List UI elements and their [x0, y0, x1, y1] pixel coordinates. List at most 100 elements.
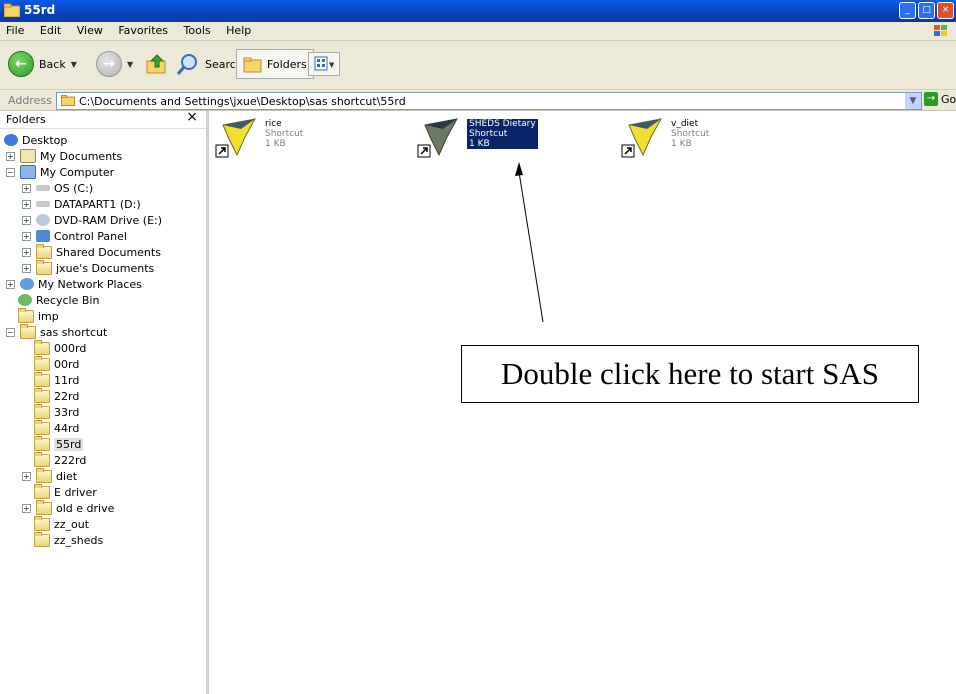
menu-bar: File Edit View Favorites Tools Help — [0, 22, 956, 41]
tree-item-22rd[interactable]: 22rd — [34, 387, 79, 404]
tree-item-label: My Network Places — [38, 277, 142, 291]
tree-item-000rd[interactable]: 000rd — [34, 339, 86, 356]
tree-item-os-c[interactable]: + OS (C:) — [22, 180, 93, 196]
tree-item-label: diet — [56, 469, 78, 483]
menu-view[interactable]: View — [71, 22, 109, 37]
desktop-icon — [4, 134, 18, 146]
open-folder-icon — [34, 435, 50, 451]
tree-item-my-documents[interactable]: + My Documents — [6, 148, 122, 164]
folder-icon — [34, 531, 50, 547]
folders-pane: Folders × Desktop + My Documents − My Co… — [0, 109, 209, 694]
folder-icon — [36, 499, 52, 515]
expand-icon[interactable]: + — [22, 247, 31, 257]
tree-item-datapart1[interactable]: + DATAPART1 (D:) — [22, 196, 141, 212]
folder-icon — [34, 371, 50, 387]
tree-item-my-network-places[interactable]: + My Network Places — [6, 276, 142, 292]
tree-item-label: E driver — [54, 485, 97, 499]
tree-item-e-driver[interactable]: E driver — [34, 483, 97, 500]
tree-item-dvd-ram[interactable]: + DVD-RAM Drive (E:) — [22, 212, 162, 228]
annotation-text: Double click here to start SAS — [501, 356, 879, 391]
folders-pane-title: Folders — [6, 113, 46, 126]
expand-icon[interactable]: + — [6, 279, 15, 289]
tree-item-label-selected: 55rd — [54, 437, 84, 451]
up-folder-icon — [146, 54, 166, 74]
minimize-button[interactable]: _ — [899, 2, 916, 19]
tree-item-00rd[interactable]: 00rd — [34, 355, 80, 372]
search-button[interactable]: Search — [176, 49, 243, 79]
tree-item-label: 11rd — [54, 373, 80, 387]
folder-icon — [34, 483, 50, 499]
go-button[interactable]: → Go — [924, 92, 956, 106]
menu-favorites[interactable]: Favorites — [112, 22, 174, 37]
tree-item-old-e-drive[interactable]: + old e drive — [22, 499, 115, 516]
sas-shortcut-icon — [621, 118, 662, 158]
tree-item-sas-shortcut[interactable]: − sas shortcut — [6, 323, 107, 340]
folders-pane-header: Folders × — [0, 109, 206, 129]
tree-item-zz-sheds[interactable]: zz_sheds — [34, 531, 103, 548]
tree-item-label: zz_out — [54, 517, 90, 531]
folder-icon — [61, 95, 75, 106]
menu-edit[interactable]: Edit — [34, 22, 67, 37]
folder-icon — [34, 339, 50, 355]
tree-item-diet[interactable]: + diet — [22, 467, 78, 484]
file-item-rice[interactable]: rice Shortcut 1 KB — [215, 115, 385, 163]
tree-item-55rd[interactable]: 55rd — [34, 435, 84, 452]
address-field[interactable]: C:\Documents and Settings\jxue\Desktop\s… — [56, 92, 922, 110]
collapse-icon[interactable]: − — [6, 327, 15, 337]
expand-icon[interactable]: + — [22, 215, 31, 225]
expand-icon[interactable]: + — [22, 263, 31, 273]
tree-item-label: old e drive — [56, 501, 115, 515]
address-bar: Address C:\Documents and Settings\jxue\D… — [0, 90, 956, 111]
tree-item-zz-out[interactable]: zz_out — [34, 515, 90, 532]
sas-shortcut-icon — [215, 118, 256, 158]
recycle-bin-icon — [18, 294, 32, 306]
expand-icon[interactable]: + — [22, 471, 31, 481]
menu-tools[interactable]: Tools — [178, 22, 217, 37]
expand-icon[interactable]: + — [22, 199, 31, 209]
folder-icon — [18, 307, 34, 323]
expand-icon[interactable]: + — [6, 151, 15, 161]
tree-item-shared-documents[interactable]: + Shared Documents — [22, 243, 161, 260]
tree-item-control-panel[interactable]: + Control Panel — [22, 228, 127, 244]
tree-item-label: OS (C:) — [54, 181, 94, 195]
tree-item-label: My Computer — [40, 165, 115, 179]
address-dropdown-icon[interactable]: ▼ — [905, 93, 921, 109]
close-button[interactable]: × — [937, 2, 954, 19]
tree-item-desktop[interactable]: Desktop — [4, 132, 67, 148]
menu-file[interactable]: File — [0, 22, 30, 37]
back-button[interactable]: ← Back ▼ — [8, 49, 77, 79]
folders-button[interactable]: Folders — [236, 49, 314, 79]
folders-label: Folders — [267, 57, 307, 71]
tree-item-33rd[interactable]: 33rd — [34, 403, 79, 420]
forward-button[interactable]: → ▼ — [96, 49, 133, 79]
window-title: 55rd — [24, 3, 56, 17]
tree-item-222rd[interactable]: 222rd — [34, 451, 86, 468]
tree-item-my-computer[interactable]: − My Computer — [6, 164, 114, 180]
tree-item-label: 00rd — [54, 357, 80, 371]
maximize-button[interactable]: □ — [918, 2, 935, 19]
annotation-callout: Double click here to start SAS — [461, 345, 919, 403]
views-button[interactable]: ▼ — [308, 52, 340, 76]
tree-item-recycle-bin[interactable]: Recycle Bin — [18, 292, 99, 308]
expand-icon[interactable]: + — [22, 503, 31, 513]
tree-item-44rd[interactable]: 44rd — [34, 419, 79, 436]
tree-item-imp[interactable]: imp — [18, 307, 59, 324]
control-panel-icon — [36, 230, 50, 242]
collapse-icon[interactable]: − — [6, 167, 15, 177]
up-folder-button[interactable] — [146, 49, 168, 79]
close-pane-icon[interactable]: × — [186, 109, 198, 125]
file-item-v-diet[interactable]: v_diet Shortcut 1 KB — [621, 115, 791, 163]
file-item-sheds-dietary[interactable]: SHEDS Dietary Shortcut 1 KB — [417, 115, 587, 163]
menu-help[interactable]: Help — [220, 22, 257, 37]
folder-icon — [34, 403, 50, 419]
network-icon — [20, 278, 34, 290]
tree-item-jxue-documents[interactable]: + jxue's Documents — [22, 259, 154, 276]
back-dropdown-icon[interactable]: ▼ — [71, 60, 77, 69]
tree-item-label: DVD-RAM Drive (E:) — [54, 213, 163, 227]
expand-icon[interactable]: + — [22, 183, 31, 193]
file-name: rice — [265, 119, 282, 129]
folder-icon — [36, 243, 52, 259]
expand-icon[interactable]: + — [22, 231, 31, 241]
tree-item-11rd[interactable]: 11rd — [34, 371, 80, 388]
forward-dropdown-icon[interactable]: ▼ — [127, 60, 133, 69]
